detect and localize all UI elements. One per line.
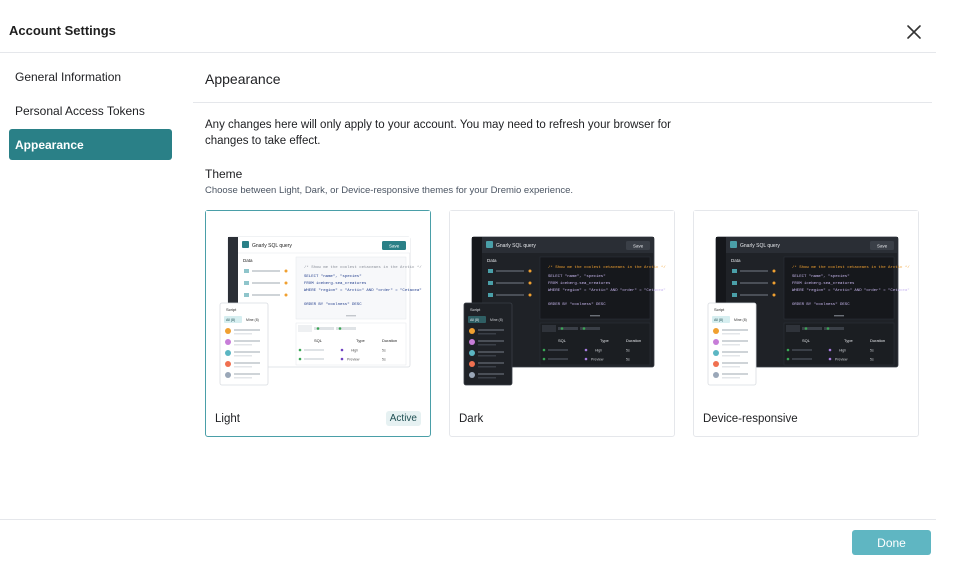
svg-text:SELECT "name", "species": SELECT "name", "species": [548, 274, 606, 279]
theme-card-label: Device-responsive: [703, 413, 798, 425]
svg-text:Data: Data: [243, 258, 253, 263]
svg-text:Data: Data: [487, 258, 497, 263]
svg-text:/* Show me the coolest cetacea: /* Show me the coolest cetaceans in the …: [792, 265, 910, 270]
svg-text:Gnarly SQL query: Gnarly SQL query: [496, 243, 536, 249]
svg-text:Script: Script: [226, 307, 237, 312]
svg-text:SELECT "name", "species": SELECT "name", "species": [792, 274, 850, 279]
close-button[interactable]: [903, 21, 925, 43]
sidebar-item-label: Appearance: [15, 137, 84, 152]
theme-card-light[interactable]: Gnarly SQL query Save Data /* Show me th…: [205, 210, 431, 437]
svg-text:Script: Script: [714, 307, 725, 312]
svg-text:Gnarly SQL query: Gnarly SQL query: [740, 243, 780, 249]
svg-text:High: High: [839, 349, 846, 353]
svg-text:Preview: Preview: [591, 358, 604, 362]
svg-text:/* Show me the coolest cetacea: /* Show me the coolest cetaceans in the …: [304, 265, 422, 270]
svg-text:Duration: Duration: [382, 338, 397, 343]
svg-text:SQL: SQL: [314, 338, 323, 343]
sidebar-item-general-information[interactable]: General Information: [9, 61, 172, 92]
svg-text:Data: Data: [731, 258, 741, 263]
svg-text:Type: Type: [600, 338, 609, 343]
svg-text:ORDER BY "coolness" DESC: ORDER BY "coolness" DESC: [792, 302, 850, 307]
theme-preview-dark: Gnarly SQL query Save Data /* Show me th…: [450, 211, 674, 396]
svg-text:ORDER BY "coolness" DESC: ORDER BY "coolness" DESC: [548, 302, 606, 307]
refresh-notice: Any changes here will only apply to your…: [205, 119, 672, 147]
dialog-footer: [0, 519, 936, 566]
svg-text:Preview: Preview: [347, 358, 360, 362]
sidebar-item-label: General Information: [15, 69, 122, 84]
svg-text:ORDER BY "coolness" DESC: ORDER BY "coolness" DESC: [304, 302, 362, 307]
done-button[interactable]: Done: [852, 530, 931, 555]
svg-text:Mine (8): Mine (8): [490, 318, 503, 322]
dialog-title: Account Settings: [9, 23, 116, 38]
svg-text:FROM iceberg.sea_creatures: FROM iceberg.sea_creatures: [792, 281, 855, 286]
svg-text:5s: 5s: [870, 358, 874, 362]
settings-sidebar: General Information Personal Access Toke…: [0, 54, 182, 519]
svg-text:5s: 5s: [626, 358, 630, 362]
svg-text:SELECT "name", "species": SELECT "name", "species": [304, 274, 362, 279]
svg-text:5s: 5s: [382, 349, 386, 353]
svg-text:Duration: Duration: [870, 338, 885, 343]
section-header: Appearance: [193, 54, 932, 103]
svg-text:WHERE "region" = "Arctic" AND: WHERE "region" = "Arctic" AND "order" = …: [548, 288, 666, 293]
svg-text:All (8): All (8): [714, 318, 723, 322]
svg-text:Duration: Duration: [626, 338, 641, 343]
svg-text:Script: Script: [470, 307, 481, 312]
svg-text:Mine (8): Mine (8): [246, 318, 259, 322]
section-title: Appearance: [205, 71, 281, 87]
svg-text:Preview: Preview: [835, 358, 848, 362]
svg-text:High: High: [595, 349, 602, 353]
svg-text:Type: Type: [844, 338, 853, 343]
appearance-panel: Appearance Any changes here will only ap…: [193, 54, 932, 519]
theme-preview-light: Gnarly SQL query Save Data /* Show me th…: [206, 211, 430, 396]
svg-text:SQL: SQL: [558, 338, 567, 343]
svg-text:All (8): All (8): [226, 318, 235, 322]
svg-text:5s: 5s: [382, 358, 386, 362]
svg-text:FROM iceberg.sea_creatures: FROM iceberg.sea_creatures: [304, 281, 367, 286]
svg-text:Gnarly SQL query: Gnarly SQL query: [252, 243, 292, 249]
svg-text:Type: Type: [356, 338, 365, 343]
active-badge: Active: [385, 411, 421, 426]
theme-description: Choose between Light, Dark, or Device-re…: [205, 185, 574, 196]
theme-preview-device-responsive: Gnarly SQL query Save Data /* Show me th…: [694, 211, 918, 396]
svg-text:High: High: [351, 349, 358, 353]
theme-card-dark[interactable]: Gnarly SQL query Save Data /* Show me th…: [449, 210, 675, 437]
svg-text:5s: 5s: [870, 349, 874, 353]
dialog-header: Account Settings: [0, 0, 936, 53]
close-icon: [907, 25, 921, 39]
svg-text:WHERE "region" = "Arctic" AND: WHERE "region" = "Arctic" AND "order" = …: [792, 288, 910, 293]
sidebar-item-label: Personal Access Tokens: [15, 103, 145, 118]
svg-text:Mine (8): Mine (8): [734, 318, 747, 322]
svg-text:Save: Save: [877, 244, 888, 249]
svg-text:/* Show me the coolest cetacea: /* Show me the coolest cetaceans in the …: [548, 265, 666, 270]
theme-label: Theme: [205, 167, 243, 181]
sidebar-item-personal-access-tokens[interactable]: Personal Access Tokens: [9, 95, 172, 126]
svg-text:All (8): All (8): [470, 318, 479, 322]
svg-text:Save: Save: [389, 244, 400, 249]
theme-card-label: Dark: [459, 413, 484, 425]
svg-text:Save: Save: [633, 244, 644, 249]
svg-text:FROM iceberg.sea_creatures: FROM iceberg.sea_creatures: [548, 281, 611, 286]
svg-text:SQL: SQL: [802, 338, 811, 343]
theme-card-device-responsive[interactable]: Gnarly SQL query Save Data /* Show me th…: [693, 210, 919, 437]
svg-text:WHERE "region" = "Arctic" AND: WHERE "region" = "Arctic" AND "order" = …: [304, 288, 422, 293]
theme-card-label: Light: [215, 413, 240, 425]
svg-text:5s: 5s: [626, 349, 630, 353]
sidebar-item-appearance[interactable]: Appearance: [9, 129, 172, 160]
